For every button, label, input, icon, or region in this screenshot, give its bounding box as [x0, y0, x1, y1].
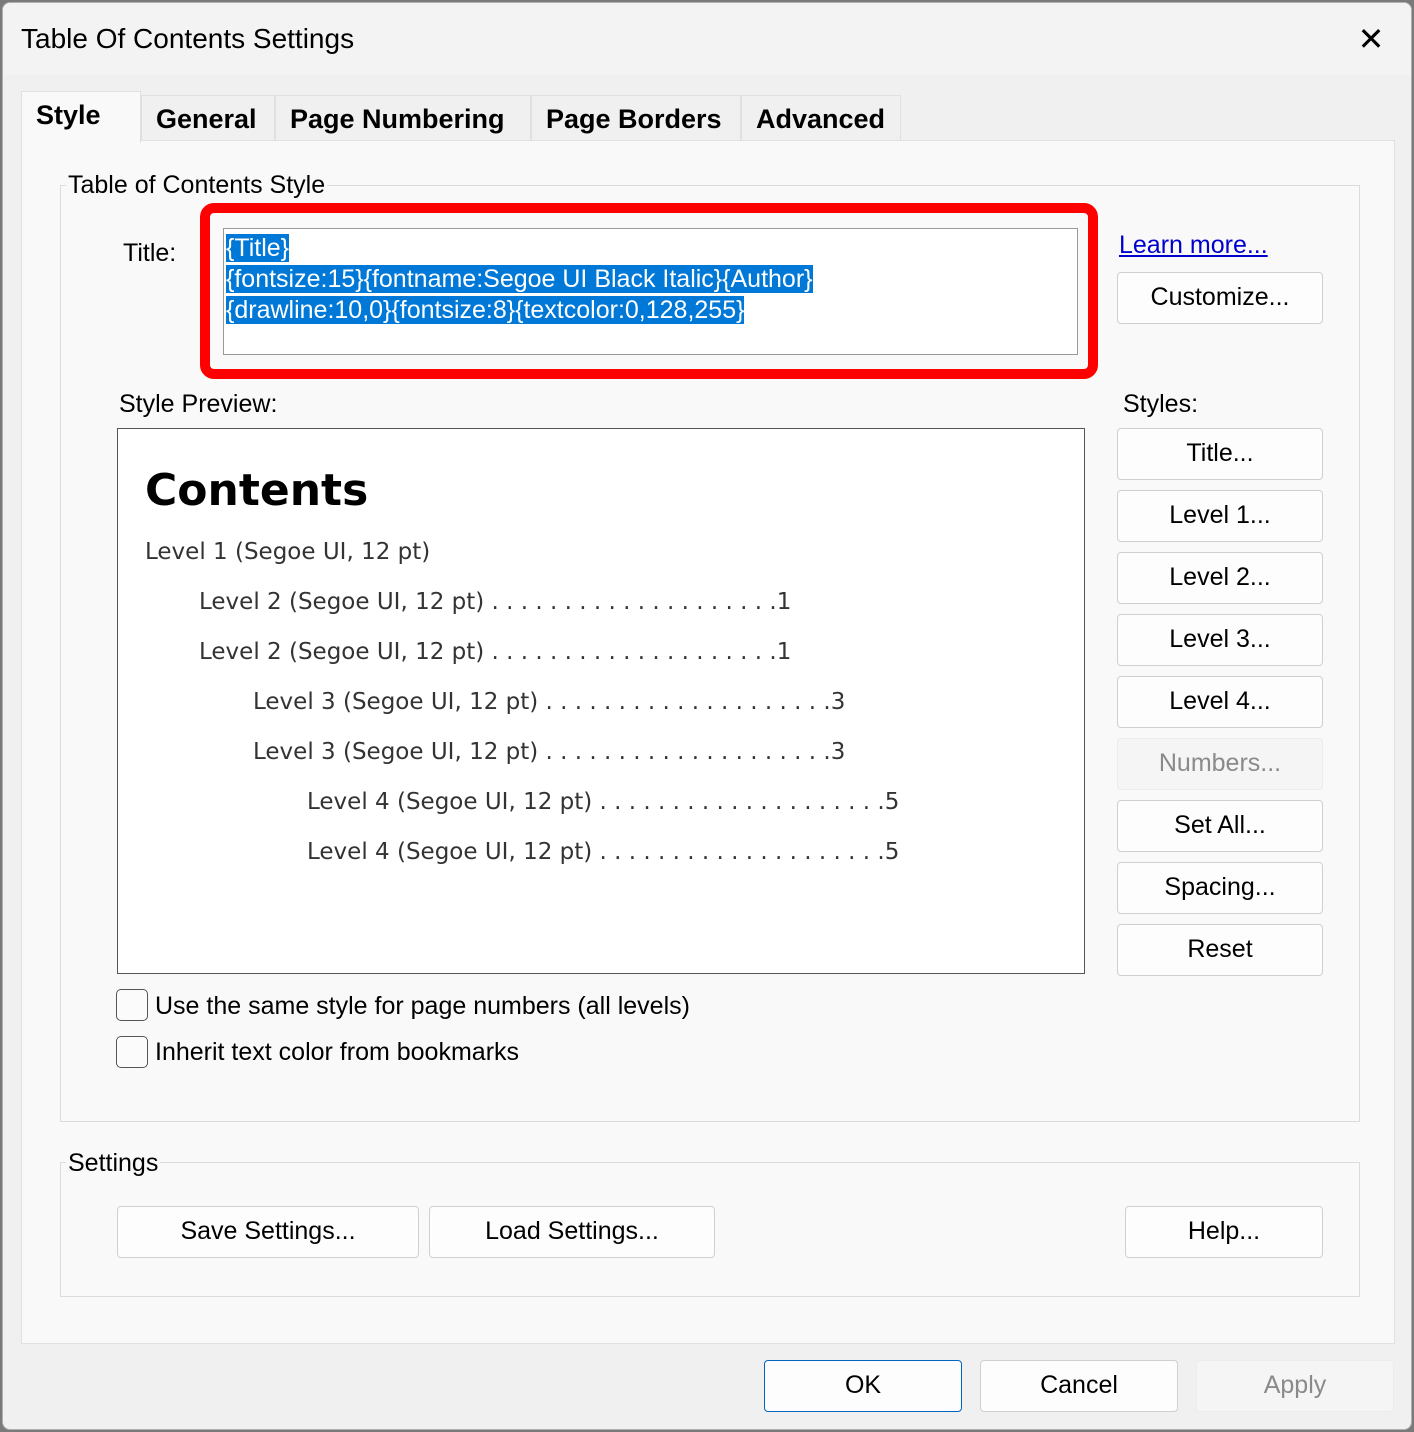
close-icon[interactable]: ✕ — [1353, 21, 1389, 57]
save-settings-button[interactable]: Save Settings... — [117, 1206, 419, 1258]
preview-entry-text: Level 4 (Segoe UI, 12 pt) — [307, 789, 593, 815]
style-preview: Contents Level 1 (Segoe UI, 12 pt) Level … — [117, 428, 1085, 974]
preview-entry: Level 1 (Segoe UI, 12 pt) — [145, 539, 430, 565]
preview-entry-text: Level 3 (Segoe UI, 12 pt) — [253, 739, 539, 765]
tab-panel: Table of Contents Style Title: {Title} {… — [21, 140, 1395, 1344]
style-button-title[interactable]: Title... — [1117, 428, 1323, 480]
title-line: {drawline:10,0}{fontsize:8}{textcolor:0,… — [226, 296, 745, 324]
style-button-set-all[interactable]: Set All... — [1117, 800, 1323, 852]
preview-entry-page: 5 — [884, 789, 900, 815]
preview-entry-page: 3 — [830, 739, 846, 765]
tab-page-borders[interactable]: Page Borders — [531, 95, 741, 141]
preview-entry-leader: . . . . . . . . . . . . . . . . . . . . — [592, 839, 885, 865]
preview-entry-text: Level 4 (Segoe UI, 12 pt) — [307, 839, 593, 865]
preview-entry-page: 5 — [884, 839, 900, 865]
style-button-reset[interactable]: Reset — [1117, 924, 1323, 976]
cancel-button[interactable]: Cancel — [980, 1360, 1178, 1412]
preview-entry-page: 1 — [776, 639, 792, 665]
tab-page-numbering[interactable]: Page Numbering — [275, 95, 531, 141]
preview-entry-text: Level 3 (Segoe UI, 12 pt) — [253, 689, 539, 715]
tab-advanced[interactable]: Advanced — [741, 95, 901, 141]
preview-heading: Contents — [145, 465, 369, 516]
toc-style-group-label: Table of Contents Style — [66, 171, 328, 200]
load-settings-button[interactable]: Load Settings... — [429, 1206, 715, 1258]
style-button-level-3[interactable]: Level 3... — [1117, 614, 1323, 666]
title-label: Title: — [123, 239, 177, 267]
preview-entry-text: Level 1 (Segoe UI, 12 pt) — [145, 539, 431, 565]
inherit-text-color-label: Inherit text color from bookmarks — [155, 1038, 520, 1066]
preview-entry-page: 1 — [776, 589, 792, 615]
style-button-level-4[interactable]: Level 4... — [1117, 676, 1323, 728]
preview-entry-text: Level 2 (Segoe UI, 12 pt) — [199, 589, 485, 615]
settings-group-label: Settings — [66, 1149, 161, 1178]
title-bar: Table Of Contents Settings ✕ — [3, 3, 1411, 75]
title-input[interactable]: {Title} {fontsize:15}{fontname:Segoe UI … — [223, 228, 1078, 355]
preview-entry-leader: . . . . . . . . . . . . . . . . . . . . — [592, 789, 885, 815]
same-style-page-numbers-checkbox[interactable] — [116, 989, 148, 1021]
style-button-spacing[interactable]: Spacing... — [1117, 862, 1323, 914]
learn-more-link[interactable]: Learn more... — [1119, 231, 1268, 260]
preview-entry-leader: . . . . . . . . . . . . . . . . . . . . — [484, 639, 777, 665]
preview-entry-text: Level 2 (Segoe UI, 12 pt) — [199, 639, 485, 665]
customize-button[interactable]: Customize... — [1117, 272, 1323, 324]
title-line: {fontsize:15}{fontname:Segoe UI Black It… — [226, 265, 813, 293]
help-button[interactable]: Help... — [1125, 1206, 1323, 1258]
tab-style[interactable]: Style — [21, 91, 141, 143]
window-title: Table Of Contents Settings — [21, 23, 355, 54]
preview-entry-page: 3 — [830, 689, 846, 715]
preview-entry: Level 4 (Segoe UI, 12 pt) . . . . . . . … — [307, 789, 899, 815]
style-button-level-1[interactable]: Level 1... — [1117, 490, 1323, 542]
preview-entry: Level 2 (Segoe UI, 12 pt) . . . . . . . … — [199, 639, 791, 665]
styles-label: Styles: — [1123, 390, 1199, 418]
preview-entry: Level 3 (Segoe UI, 12 pt) . . . . . . . … — [253, 739, 845, 765]
preview-entry-leader: . . . . . . . . . . . . . . . . . . . . — [538, 689, 831, 715]
same-style-page-numbers-label: Use the same style for page numbers (all… — [155, 992, 690, 1020]
ok-button[interactable]: OK — [764, 1360, 962, 1412]
style-button-level-2[interactable]: Level 2... — [1117, 552, 1323, 604]
style-button-numbers[interactable]: Numbers... — [1117, 738, 1323, 790]
preview-entry: Level 3 (Segoe UI, 12 pt) . . . . . . . … — [253, 689, 845, 715]
preview-entry-leader: . . . . . . . . . . . . . . . . . . . . — [484, 589, 777, 615]
apply-button[interactable]: Apply — [1196, 1360, 1394, 1412]
preview-entry-leader: . . . . . . . . . . . . . . . . . . . . — [538, 739, 831, 765]
title-line: {Title} — [226, 234, 290, 262]
preview-entry: Level 4 (Segoe UI, 12 pt) . . . . . . . … — [307, 839, 899, 865]
inherit-text-color-checkbox[interactable] — [116, 1036, 148, 1068]
preview-entry: Level 2 (Segoe UI, 12 pt) . . . . . . . … — [199, 589, 791, 615]
style-preview-label: Style Preview: — [119, 390, 278, 418]
tab-general[interactable]: General — [141, 95, 275, 141]
toc-settings-dialog: Table Of Contents Settings ✕ Style Gener… — [2, 2, 1412, 1430]
